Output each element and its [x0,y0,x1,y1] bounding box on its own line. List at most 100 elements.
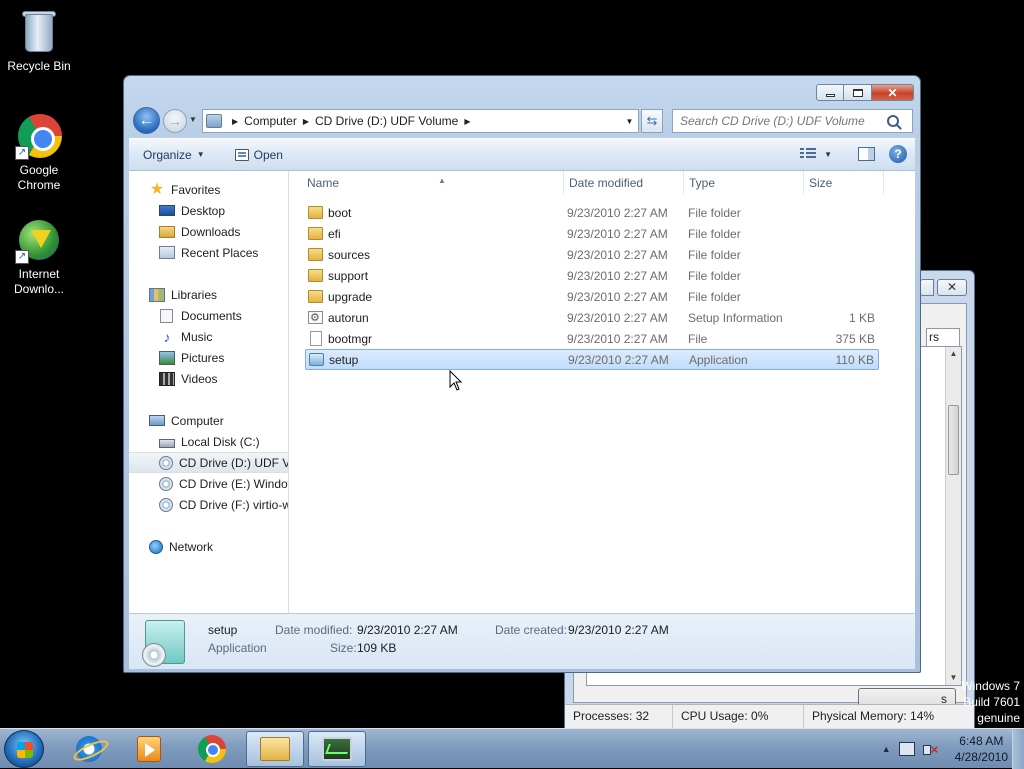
column-header-type[interactable]: Type [684,171,804,195]
scroll-thumb[interactable] [948,405,959,475]
file-row-upgrade[interactable]: upgrade 9/23/2010 2:27 AM File folder [305,287,879,308]
nav-cd-drive-e[interactable]: CD Drive (E:) Windows [129,473,288,494]
chevron-right-icon[interactable]: ▶ [232,117,238,126]
taskbar-internet-explorer[interactable] [60,731,118,767]
column-label: Size [809,176,833,190]
desktop-icon-google-chrome[interactable]: ↗ Google Chrome [1,112,77,193]
refresh-button[interactable]: ⇆ [641,109,663,133]
breadcrumb-computer[interactable]: Computer [244,114,297,128]
watermark-line: Windows 7 [961,679,1020,693]
nav-pictures[interactable]: Pictures [129,347,288,368]
shortcut-arrow-icon: ↗ [15,250,29,264]
cd-drive-icon [159,497,173,512]
column-label: Date modified [569,176,644,190]
taskbar-media-player[interactable] [120,731,178,767]
minimize-button[interactable] [920,279,934,296]
music-icon: ♪ [163,328,171,345]
refresh-icon: ⇆ [646,113,658,128]
desktop-icon-internet-download-manager[interactable]: ↗ Internet Downlo... [1,216,77,297]
search-input[interactable] [673,113,883,129]
network-status-icon[interactable] [898,742,915,756]
close-button[interactable]: ✕ [871,84,914,101]
address-dropdown-icon[interactable]: ▼ [620,117,638,126]
file-date: 9/23/2010 2:27 AM [567,269,668,283]
nav-network[interactable]: Network [129,536,288,557]
start-button[interactable] [4,730,44,768]
column-header-date-modified[interactable]: Date modified [564,171,684,195]
open-button[interactable]: Open [227,144,291,166]
close-icon: ✕ [887,85,898,100]
nav-recent-places[interactable]: Recent Places [129,242,288,263]
forward-button[interactable]: → [163,109,187,133]
breadcrumb-cd-drive[interactable]: CD Drive (D:) UDF Volume [315,114,458,128]
nav-videos[interactable]: Videos [129,368,288,389]
nav-label: Desktop [181,203,226,218]
cd-drive-icon [159,455,173,470]
nav-music[interactable]: ♪ Music [129,326,288,347]
taskbar-task-manager[interactable] [308,731,366,767]
show-desktop-button[interactable] [1012,729,1024,769]
nav-documents[interactable]: Documents [129,305,288,326]
chevron-right-icon[interactable]: ▶ [303,117,309,126]
file-row-setup[interactable]: setup 9/23/2010 2:27 AM Application 110 KB [305,349,879,370]
file-row-efi[interactable]: efi 9/23/2010 2:27 AM File folder [305,224,879,245]
close-button[interactable]: ✕ [937,279,967,296]
nav-local-disk-c[interactable]: Local Disk (C:) [129,431,288,452]
preview-pane-icon[interactable] [858,147,875,161]
show-hidden-icons-icon[interactable]: ▲ [882,744,891,754]
status-bar: Processes: 32 CPU Usage: 0% Physical Mem… [565,704,974,728]
desktop-icon-label: Internet Downlo... [13,267,65,296]
maximize-button[interactable] [844,84,871,101]
folder-icon [308,248,323,261]
nav-cd-drive-f[interactable]: CD Drive (F:) virtio-win [129,494,288,515]
file-list[interactable]: Name ▲ Date modified Type Size boot 9/23/2… [290,171,915,613]
nav-desktop[interactable]: Desktop [129,200,288,221]
column-label: Type [689,176,716,190]
nav-libraries[interactable]: Libraries [129,284,288,305]
nav-computer[interactable]: Computer [129,410,288,431]
nav-label: Downloads [181,224,241,239]
desktop-icon-recycle-bin[interactable]: Recycle Bin [1,8,77,74]
change-view-button[interactable]: ▼ [800,148,832,160]
file-row-bootmgr[interactable]: bootmgr 9/23/2010 2:27 AM File 375 KB [305,329,879,350]
volume-muted-icon[interactable] [922,742,939,757]
nav-cd-drive-d[interactable]: CD Drive (D:) UDF Volume [129,452,288,473]
views-icon [800,148,817,160]
clock[interactable]: 6:48 AM 4/28/2010 [955,733,1008,765]
nav-downloads[interactable]: Downloads [129,221,288,242]
taskbar-explorer[interactable] [246,731,304,767]
recent-pages-dropdown[interactable]: ▼ [189,115,197,124]
scroll-up-icon[interactable]: ▲ [946,347,961,361]
search-box[interactable] [672,109,913,133]
nav-favorites[interactable]: ★ Favorites [129,179,288,200]
file-name: sources [328,248,371,262]
downloads-folder-icon [159,225,175,238]
taskbar-chrome[interactable] [183,731,241,767]
file-row-autorun[interactable]: autorun 9/23/2010 2:27 AM Setup Informatio… [305,308,879,329]
organize-button[interactable]: Organize ▼ [135,144,213,166]
scroll-down-icon[interactable]: ▼ [946,671,961,685]
file-row-support[interactable]: support 9/23/2010 2:27 AM File folder [305,266,879,287]
address-bar[interactable]: ▶ Computer ▶ CD Drive (D:) UDF Volume ▶ … [202,109,639,133]
file-date: 9/23/2010 2:27 AM [567,206,668,220]
file-icon [310,331,322,346]
file-row-boot[interactable]: boot 9/23/2010 2:27 AM File folder [305,203,879,224]
file-row-sources[interactable]: sources 9/23/2010 2:27 AM File folder [305,245,879,266]
file-date: 9/23/2010 2:27 AM [568,353,669,367]
details-size-label: Size: [330,641,357,655]
chevron-right-icon[interactable]: ▶ [464,117,470,126]
details-date-created-label: Date created: [495,623,568,637]
search-icon[interactable] [887,115,899,127]
explorer-window[interactable]: ✕ ← → ▼ ▶ Computer ▶ CD Drive (D:) UDF V… [123,75,921,673]
column-header-name[interactable]: Name ▲ [302,171,564,195]
tab-users[interactable]: rs [926,328,960,346]
scrollbar[interactable]: ▲ ▼ [945,347,961,685]
file-type: File folder [688,227,741,241]
documents-icon [160,308,173,323]
column-header-size[interactable]: Size [804,171,884,195]
navigation-pane[interactable]: ★ Favorites Desktop Downloads Recent Plac… [129,171,289,613]
minimize-button[interactable] [816,84,844,101]
back-button[interactable]: ← [133,107,160,134]
help-icon[interactable]: ? [889,145,907,163]
details-date-modified-label: Date modified: [275,623,353,637]
